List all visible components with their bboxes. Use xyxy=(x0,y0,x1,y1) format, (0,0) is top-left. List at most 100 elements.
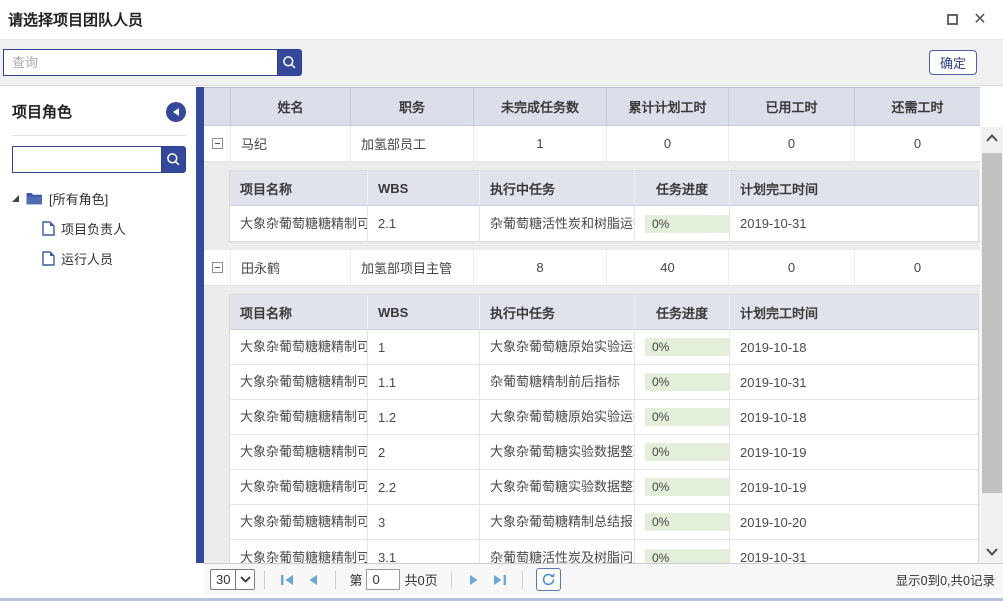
tree-node-all-roles[interactable]: [所有角色] xyxy=(12,187,186,209)
cell-progress: 0% xyxy=(635,470,730,504)
progress-bar: 0% xyxy=(645,478,729,496)
subtable-row[interactable]: 大象杂葡萄糖糖精制可行性3大象杂葡萄糖精制总结报告0%2019-10-20 xyxy=(230,505,978,540)
cell-project-name: 大象杂葡萄糖糖精制可行性 xyxy=(230,505,368,539)
refresh-icon xyxy=(541,572,556,587)
dialog-titlebar: 请选择项目团队人员 ✕ xyxy=(0,0,1003,40)
grid-header-name: 姓名 xyxy=(231,88,351,125)
search-icon xyxy=(166,152,181,167)
grid-header-used: 已用工时 xyxy=(729,88,855,125)
cell-progress: 0% xyxy=(635,400,730,434)
cell-needed-hours: 0 xyxy=(855,250,980,285)
cell-task-name: 杂葡萄糖活性炭及树脂问题 xyxy=(480,540,635,563)
grid-pager: 30 xyxy=(204,563,1003,595)
tree-node-label: 运行人员 xyxy=(61,249,113,268)
subtable-header-row: 项目名称WBS执行中任务任务进度计划完工时间 xyxy=(230,295,978,330)
vertical-scrollbar[interactable] xyxy=(981,127,1003,563)
expander-cell xyxy=(204,126,231,161)
close-button[interactable]: ✕ xyxy=(969,9,991,31)
record-count-status: 显示0到0,共0记录 xyxy=(896,570,995,589)
progress-bar: 0% xyxy=(645,549,729,564)
panel-collapse-button[interactable] xyxy=(166,102,186,122)
cell-task-name: 大象杂葡萄糖原始实验运行 xyxy=(480,330,635,364)
subtable-row[interactable]: 大象杂葡萄糖糖精制可行性1.1杂葡萄糖精制前后指标0%2019-10-31 xyxy=(230,365,978,400)
task-subtable: 项目名称WBS执行中任务任务进度计划完工时间大象杂葡萄糖糖精制可行性1大象杂葡萄… xyxy=(229,294,979,563)
dialog-toolbar: 确定 xyxy=(0,40,1003,86)
person-search-button[interactable] xyxy=(277,49,302,76)
cell-finish-date: 2019-10-20 xyxy=(730,505,978,539)
cell-project-name: 大象杂葡萄糖糖精制可行性 xyxy=(230,435,368,469)
subtable-row[interactable]: 大象杂葡萄糖糖精制可行性2.1杂葡萄糖活性炭和树脂运行0%2019-10-31 xyxy=(230,206,978,241)
scroll-up-button[interactable] xyxy=(981,127,1003,149)
collapse-row-icon[interactable] xyxy=(212,262,223,273)
collapse-row-icon[interactable] xyxy=(212,138,223,149)
page-size-select[interactable]: 30 xyxy=(210,569,255,590)
grid-header-position: 职务 xyxy=(351,88,474,125)
subtable-row[interactable]: 大象杂葡萄糖糖精制可行性1.2大象杂葡萄糖原始实验运行0%2019-10-18 xyxy=(230,400,978,435)
prev-page-button[interactable] xyxy=(305,572,321,588)
file-icon xyxy=(42,251,55,266)
progress-bar: 0% xyxy=(645,443,729,461)
cell-wbs: 2 xyxy=(368,435,480,469)
first-page-button[interactable] xyxy=(279,572,295,588)
dialog-title: 请选择项目团队人员 xyxy=(8,9,143,30)
subtable-row[interactable]: 大象杂葡萄糖糖精制可行性1大象杂葡萄糖原始实验运行0%2019-10-18 xyxy=(230,330,978,365)
cell-project-name: 大象杂葡萄糖糖精制可行性 xyxy=(230,540,368,563)
next-page-button[interactable] xyxy=(466,572,482,588)
confirm-button[interactable]: 确定 xyxy=(929,50,977,75)
scrollbar-thumb[interactable] xyxy=(982,153,1002,493)
cell-used-hours: 0 xyxy=(729,126,855,161)
grid-header-needed: 还需工时 xyxy=(855,88,980,125)
refresh-button[interactable] xyxy=(536,568,561,591)
subtable-row[interactable]: 大象杂葡萄糖糖精制可行性3.1杂葡萄糖活性炭及树脂问题0%2019-10-31 xyxy=(230,540,978,563)
grid-header-unfinished: 未完成任务数 xyxy=(474,88,607,125)
subheader-finish-date: 计划完工时间 xyxy=(730,295,978,329)
cell-finish-date: 2019-10-18 xyxy=(730,400,978,434)
pager-separator xyxy=(451,571,452,589)
team-member-grid: 姓名 职务 未完成任务数 累计计划工时 已用工时 还需工时 马纪加氢部员工100… xyxy=(204,87,1003,563)
grid-header-expander xyxy=(204,88,231,125)
tree-node-operator[interactable]: 运行人员 xyxy=(42,247,186,269)
subtable-row[interactable]: 大象杂葡萄糖糖精制可行性2.2大象杂葡萄糖实验数据整理0%2019-10-19 xyxy=(230,470,978,505)
table-row-person[interactable]: 马纪加氢部员工1000 xyxy=(204,126,980,162)
select-team-member-dialog: 请选择项目团队人员 ✕ 确定 项目角色 xyxy=(0,0,1003,601)
progress-bar: 0% xyxy=(645,408,729,426)
cell-task-name: 大象杂葡萄糖精制总结报告 xyxy=(480,505,635,539)
chevron-down-icon xyxy=(986,548,998,556)
cell-wbs: 3.1 xyxy=(368,540,480,563)
tree-node-project-leader[interactable]: 项目负责人 xyxy=(42,217,186,239)
person-search-input[interactable] xyxy=(3,49,277,76)
prev-page-icon xyxy=(307,574,319,586)
subtable-row[interactable]: 大象杂葡萄糖糖精制可行性2大象杂葡萄糖实验数据整理0%2019-10-19 xyxy=(230,435,978,470)
file-icon xyxy=(42,221,55,236)
cell-wbs: 2.1 xyxy=(368,206,480,241)
cell-finish-date: 2019-10-31 xyxy=(730,206,978,241)
progress-bar: 0% xyxy=(645,338,729,356)
role-search-input[interactable] xyxy=(12,146,161,173)
progress-bar: 0% xyxy=(645,373,729,391)
cell-task-name: 大象杂葡萄糖实验数据整理 xyxy=(480,470,635,504)
panel-splitter[interactable] xyxy=(196,87,204,563)
subheader-project: 项目名称 xyxy=(230,295,368,329)
role-search-button[interactable] xyxy=(161,146,186,173)
cell-progress: 0% xyxy=(635,435,730,469)
last-page-button[interactable] xyxy=(492,572,508,588)
cell-finish-date: 2019-10-31 xyxy=(730,365,978,399)
grid-header-row: 姓名 职务 未完成任务数 累计计划工时 已用工时 还需工时 xyxy=(204,87,980,126)
close-icon: ✕ xyxy=(973,12,986,28)
cell-task-name: 杂葡萄糖精制前后指标 xyxy=(480,365,635,399)
scroll-down-button[interactable] xyxy=(981,541,1003,563)
chevron-up-icon xyxy=(986,134,998,142)
maximize-button[interactable] xyxy=(941,9,963,31)
cell-wbs: 1.1 xyxy=(368,365,480,399)
search-icon xyxy=(282,55,297,70)
tree-expand-icon[interactable] xyxy=(12,195,19,202)
subheader-task: 执行中任务 xyxy=(480,171,635,205)
page-number-input[interactable] xyxy=(366,569,400,590)
cell-wbs: 3 xyxy=(368,505,480,539)
cell-position: 加氢部项目主管 xyxy=(351,250,474,285)
subheader-finish-date: 计划完工时间 xyxy=(730,171,978,205)
maximize-icon xyxy=(947,14,958,25)
person-detail-region: 项目名称WBS执行中任务任务进度计划完工时间大象杂葡萄糖糖精制可行性2.1杂葡萄… xyxy=(204,162,980,250)
table-row-person[interactable]: 田永鹤加氢部项目主管84000 xyxy=(204,250,980,286)
cell-wbs: 1 xyxy=(368,330,480,364)
